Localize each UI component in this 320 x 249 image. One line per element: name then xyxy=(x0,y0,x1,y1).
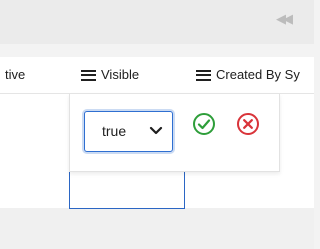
grid-toolbar: ◀◀ xyxy=(0,0,314,44)
grid-page: ◀◀ tive Visible Created By Sy true xyxy=(0,0,314,249)
column-header-label: Visible xyxy=(101,67,140,82)
column-header-label: tive xyxy=(5,67,26,82)
editing-cell[interactable] xyxy=(69,172,185,209)
x-circle-icon[interactable] xyxy=(236,112,260,136)
column-header-active[interactable]: tive xyxy=(5,57,25,93)
visible-value-select[interactable]: true xyxy=(84,111,173,152)
column-header-visible[interactable]: Visible xyxy=(81,57,139,93)
select-current-value: true xyxy=(102,123,127,139)
column-header-created-by[interactable]: Created By Sy xyxy=(196,57,300,93)
check-circle-icon[interactable] xyxy=(192,112,216,136)
column-header-label: Created By Sy xyxy=(216,67,300,82)
chevron-down-icon xyxy=(149,126,163,135)
grid-header-row: tive Visible Created By Sy xyxy=(0,57,314,94)
pager-first-button[interactable]: ◀◀ xyxy=(276,10,314,28)
column-menu-icon[interactable] xyxy=(196,69,211,81)
grid-footer xyxy=(0,208,314,249)
column-menu-icon[interactable] xyxy=(81,69,96,81)
